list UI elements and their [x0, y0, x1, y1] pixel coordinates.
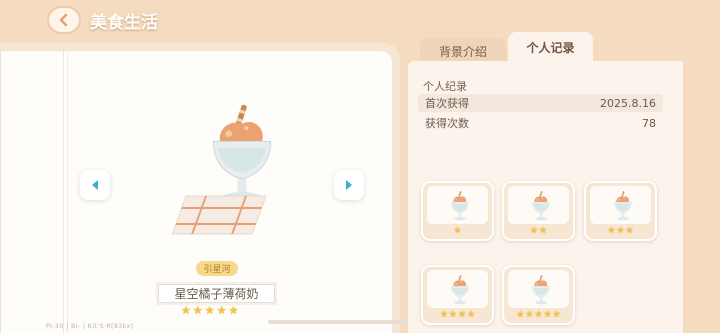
star-icon: ★ — [192, 304, 203, 317]
dessert-illustration — [171, 103, 272, 235]
variant-rating: ★ ★ ★ ★ — [423, 311, 492, 320]
obtain-count-label: 获得次数 — [425, 117, 469, 130]
star-icon: ★ — [216, 304, 227, 317]
variant-card-1[interactable]: ★ — [421, 181, 494, 241]
variant-rating: ★ ★ — [504, 227, 573, 236]
variant-rating: ★ ★ ★ — [586, 227, 655, 236]
star-icon: ★ — [616, 226, 625, 236]
variant-card-5[interactable]: ★ ★ ★ ★ ★ — [502, 265, 575, 325]
star-icon: ★ — [516, 310, 525, 320]
variant-card-4[interactable]: ★ ★ ★ ★ — [421, 265, 494, 325]
star-icon: ★ — [228, 304, 239, 317]
record-section-title: 个人纪录 — [423, 80, 467, 93]
first-obtained-value: 2025.8.16 — [600, 96, 656, 110]
star-icon: ★ — [467, 310, 476, 320]
star-icon: ★ — [607, 226, 616, 236]
item-rating: ★ ★ ★ ★ ★ — [181, 305, 238, 316]
page-title: 美食生活 — [90, 13, 158, 33]
star-icon: ★ — [448, 310, 457, 320]
arrow-left-icon — [92, 180, 98, 190]
variant-thumbnail — [427, 186, 488, 224]
star-icon: ★ — [529, 226, 538, 236]
star-icon: ★ — [525, 310, 534, 320]
star-icon: ★ — [539, 226, 548, 236]
variant-thumbnail — [508, 270, 569, 308]
item-tag: 引星河 — [196, 261, 238, 276]
item-name: 星空橘子薄荷奶 — [158, 284, 275, 303]
star-icon: ★ — [458, 310, 467, 320]
variant-rating: ★ ★ ★ ★ ★ — [504, 311, 573, 320]
placemat — [171, 195, 267, 235]
obtain-count-row: 获得次数 78 — [418, 114, 663, 132]
arrow-right-icon — [346, 180, 352, 190]
variant-thumbnail — [590, 186, 651, 224]
star-icon: ★ — [552, 310, 561, 320]
tab-personal-record[interactable]: 个人记录 — [508, 32, 593, 62]
footer-caption: PI-30 | BI- | Kit·S·R[83kx] — [46, 323, 134, 330]
variant-card-3[interactable]: ★ ★ ★ — [584, 181, 657, 241]
variant-rating: ★ — [423, 227, 492, 236]
chevron-left-icon — [59, 13, 68, 27]
next-item-button[interactable] — [334, 170, 364, 200]
variant-card-2[interactable]: ★ ★ — [502, 181, 575, 241]
star-icon: ★ — [625, 226, 634, 236]
first-obtained-row: 首次获得 2025.8.16 — [418, 94, 663, 112]
variant-thumbnail — [508, 186, 569, 224]
star-icon: ★ — [543, 310, 552, 320]
first-obtained-label: 首次获得 — [425, 97, 469, 110]
star-icon: ★ — [181, 304, 191, 317]
star-icon: ★ — [204, 304, 215, 317]
star-icon: ★ — [439, 310, 448, 320]
variant-thumbnail — [427, 270, 488, 308]
back-button[interactable] — [47, 6, 81, 34]
star-icon: ★ — [534, 310, 543, 320]
star-icon: ★ — [453, 226, 462, 236]
previous-item-button[interactable] — [80, 170, 110, 200]
obtain-count-value: 78 — [642, 116, 656, 130]
